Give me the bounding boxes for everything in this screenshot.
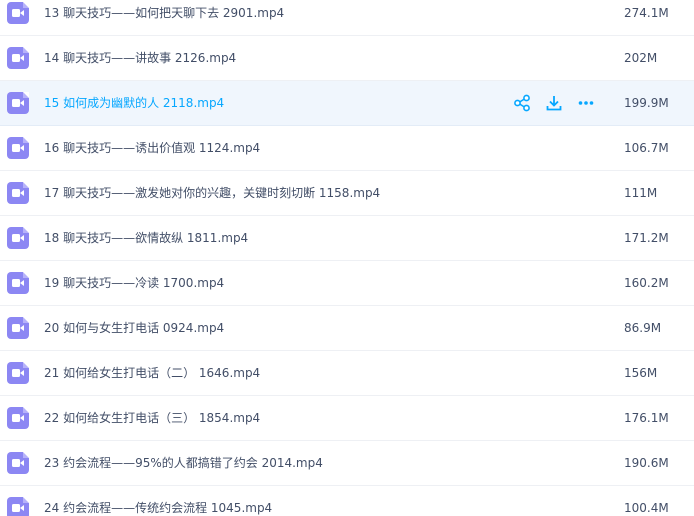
file-size: 171.2M [624, 231, 669, 245]
file-size: 176.1M [624, 411, 669, 425]
file-size: 274.1M [624, 6, 669, 20]
video-file-icon [7, 362, 29, 384]
file-name[interactable]: 17 聊天技巧——激发她对你的兴趣，关键时刻切断 1158.mp4 [44, 171, 380, 215]
download-icon[interactable] [544, 93, 564, 113]
file-row[interactable]: 20 如何与女生打电话 0924.mp4 86.9M [0, 306, 694, 351]
file-size: 190.6M [624, 456, 669, 470]
video-file-icon [7, 47, 29, 69]
file-size: 86.9M [624, 321, 662, 335]
file-row[interactable]: 19 聊天技巧——冷读 1700.mp4 160.2M [0, 261, 694, 306]
file-size: 111M [624, 186, 658, 200]
file-name[interactable]: 18 聊天技巧——欲情故纵 1811.mp4 [44, 216, 248, 260]
file-rows: 13 聊天技巧——如何把天聊下去 2901.mp4 274.1M 14 聊天技巧——… [0, 0, 694, 516]
file-name[interactable]: 20 如何与女生打电话 0924.mp4 [44, 306, 224, 350]
file-row[interactable]: 21 如何给女生打电话（二） 1646.mp4 156M [0, 351, 694, 396]
file-name[interactable]: 19 聊天技巧——冷读 1700.mp4 [44, 261, 224, 305]
video-file-icon [7, 137, 29, 159]
video-file-icon [7, 407, 29, 429]
file-name[interactable]: 21 如何给女生打电话（二） 1646.mp4 [44, 351, 260, 395]
file-name[interactable]: 24 约会流程——传统约会流程 1045.mp4 [44, 486, 272, 516]
file-row[interactable]: 23 约会流程——95%的人都搞错了约会 2014.mp4 190.6M [0, 441, 694, 486]
file-row[interactable]: 17 聊天技巧——激发她对你的兴趣，关键时刻切断 1158.mp4 111M [0, 171, 694, 216]
more-icon[interactable] [576, 93, 596, 113]
file-row[interactable]: 18 聊天技巧——欲情故纵 1811.mp4 171.2M [0, 216, 694, 261]
file-row[interactable]: 24 约会流程——传统约会流程 1045.mp4 100.4M [0, 486, 694, 516]
file-name[interactable]: 23 约会流程——95%的人都搞错了约会 2014.mp4 [44, 441, 323, 485]
video-file-icon [7, 182, 29, 204]
file-size: 160.2M [624, 276, 669, 290]
file-list: 13 聊天技巧——如何把天聊下去 2901.mp4 274.1M 14 聊天技巧——… [0, 0, 694, 516]
video-file-icon [7, 92, 29, 114]
file-name[interactable]: 16 聊天技巧——诱出价值观 1124.mp4 [44, 126, 260, 170]
file-row[interactable]: 15 如何成为幽默的人 2118.mp4 199.9M [0, 81, 694, 126]
row-actions [512, 93, 596, 113]
video-file-icon [7, 497, 29, 516]
file-size: 156M [624, 366, 658, 380]
file-name[interactable]: 15 如何成为幽默的人 2118.mp4 [44, 81, 224, 125]
video-file-icon [7, 317, 29, 339]
file-size: 202M [624, 51, 658, 65]
share-icon[interactable] [512, 93, 532, 113]
file-size: 106.7M [624, 141, 669, 155]
file-name[interactable]: 22 如何给女生打电话（三） 1854.mp4 [44, 396, 260, 440]
video-file-icon [7, 452, 29, 474]
video-file-icon [7, 272, 29, 294]
file-name[interactable]: 14 聊天技巧——讲故事 2126.mp4 [44, 36, 236, 80]
file-name[interactable]: 13 聊天技巧——如何把天聊下去 2901.mp4 [44, 0, 284, 35]
file-row[interactable]: 22 如何给女生打电话（三） 1854.mp4 176.1M [0, 396, 694, 441]
file-size: 199.9M [624, 96, 669, 110]
file-row[interactable]: 13 聊天技巧——如何把天聊下去 2901.mp4 274.1M [0, 0, 694, 36]
file-size: 100.4M [624, 501, 669, 515]
file-row[interactable]: 14 聊天技巧——讲故事 2126.mp4 202M [0, 36, 694, 81]
video-file-icon [7, 2, 29, 24]
video-file-icon [7, 227, 29, 249]
file-row[interactable]: 16 聊天技巧——诱出价值观 1124.mp4 106.7M [0, 126, 694, 171]
